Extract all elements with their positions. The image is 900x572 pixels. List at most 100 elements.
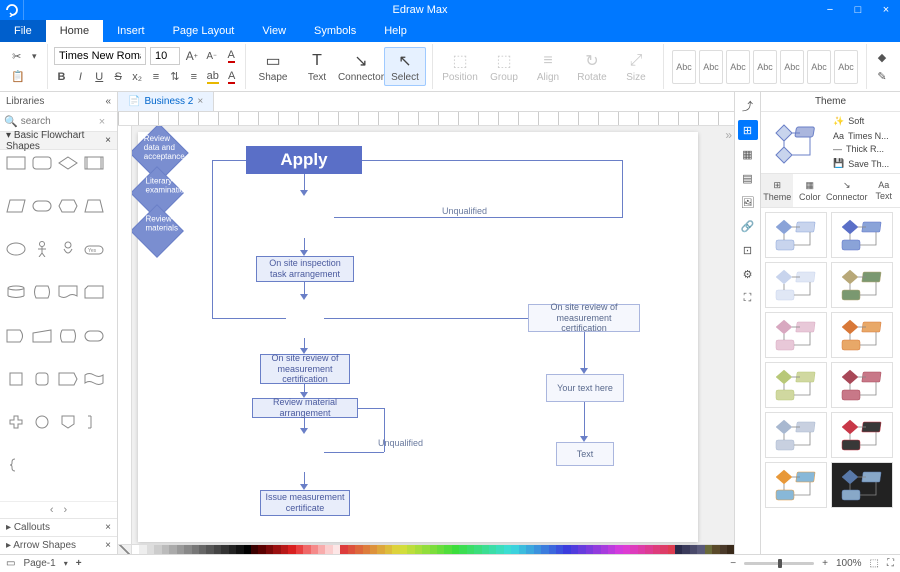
rp-tab-theme[interactable]: ⊞Theme bbox=[761, 174, 793, 207]
color-swatch[interactable] bbox=[593, 545, 600, 554]
zoom-in-icon[interactable]: + bbox=[822, 558, 828, 569]
color-swatch[interactable] bbox=[392, 545, 399, 554]
menu-file[interactable]: File bbox=[0, 20, 46, 42]
tab-business-2[interactable]: 📄 Business 2 × bbox=[118, 92, 214, 111]
color-swatch[interactable] bbox=[519, 545, 526, 554]
color-swatch[interactable] bbox=[467, 545, 474, 554]
color-swatch[interactable] bbox=[571, 545, 578, 554]
color-swatch[interactable] bbox=[244, 545, 251, 554]
canvas[interactable]: Apply Review data and acceptance Unquali… bbox=[132, 126, 734, 544]
theme-thumbnail[interactable] bbox=[765, 312, 827, 358]
category-arrow-shapes[interactable]: ▸ Arrow Shapes× bbox=[0, 536, 117, 554]
color-swatch[interactable] bbox=[340, 545, 347, 554]
color-swatch[interactable] bbox=[504, 545, 511, 554]
color-swatch[interactable] bbox=[638, 545, 645, 554]
font-decrease-icon[interactable]: A− bbox=[204, 49, 220, 63]
theme-thumbnail[interactable] bbox=[831, 462, 893, 508]
font-name-select[interactable] bbox=[54, 47, 146, 65]
theme-thumbnail[interactable] bbox=[765, 462, 827, 508]
color-swatch[interactable] bbox=[712, 545, 719, 554]
color-swatch[interactable] bbox=[221, 545, 228, 554]
node-issue-cert[interactable]: Issue measurement certificate bbox=[260, 490, 350, 516]
color-swatch[interactable] bbox=[385, 545, 392, 554]
theme-opt-soft[interactable]: ✨Soft bbox=[831, 116, 900, 127]
tab-close-icon[interactable]: × bbox=[197, 96, 203, 107]
theme-opt-font[interactable]: AaTimes N... bbox=[831, 131, 900, 141]
shape-database[interactable] bbox=[30, 283, 54, 301]
strip-layout-icon[interactable]: ▦ bbox=[738, 144, 758, 164]
quick-style-4[interactable]: Abc bbox=[753, 50, 777, 84]
shape-bracket[interactable] bbox=[4, 456, 28, 474]
color-swatch[interactable] bbox=[192, 545, 199, 554]
theme-thumbnail[interactable] bbox=[831, 362, 893, 408]
color-swatch[interactable] bbox=[608, 545, 615, 554]
color-swatch[interactable] bbox=[422, 545, 429, 554]
collapse-left-icon[interactable]: « bbox=[105, 96, 111, 107]
color-swatch[interactable] bbox=[370, 545, 377, 554]
theme-thumbnail[interactable] bbox=[831, 412, 893, 458]
node-onsite-review-meas[interactable]: On site review of measurement certificat… bbox=[260, 354, 350, 384]
quick-style-5[interactable]: Abc bbox=[780, 50, 804, 84]
group-tool[interactable]: ⬚Group bbox=[483, 48, 525, 85]
zoom-slider[interactable] bbox=[744, 562, 814, 565]
color-swatch[interactable] bbox=[630, 545, 637, 554]
color-swatch[interactable] bbox=[705, 545, 712, 554]
color-swatch[interactable] bbox=[236, 545, 243, 554]
strip-layers-icon[interactable]: ▤ bbox=[738, 168, 758, 188]
menu-insert[interactable]: Insert bbox=[103, 20, 159, 42]
color-swatch[interactable] bbox=[682, 545, 689, 554]
color-swatch[interactable] bbox=[333, 545, 340, 554]
connector-tool[interactable]: ↘Connector bbox=[340, 48, 382, 85]
shape-diamond[interactable] bbox=[56, 154, 80, 172]
shape-person[interactable] bbox=[30, 240, 54, 258]
minimize-button[interactable]: − bbox=[816, 0, 844, 20]
quick-style-1[interactable]: Abc bbox=[672, 50, 696, 84]
subscript-icon[interactable]: x₂ bbox=[130, 70, 145, 84]
theme-opt-thick[interactable]: —Thick R... bbox=[831, 144, 900, 154]
menu-view[interactable]: View bbox=[248, 20, 300, 42]
theme-thumbnail[interactable] bbox=[765, 262, 827, 308]
maximize-button[interactable]: □ bbox=[844, 0, 872, 20]
shape-manual-input[interactable] bbox=[30, 327, 54, 345]
node-review-cert[interactable]: On site review of measurement certificat… bbox=[528, 304, 640, 332]
color-swatch[interactable] bbox=[660, 545, 667, 554]
menu-page-layout[interactable]: Page Layout bbox=[159, 20, 249, 42]
theme-thumbnail[interactable] bbox=[765, 212, 827, 258]
color-swatch[interactable] bbox=[281, 545, 288, 554]
shape-cross[interactable] bbox=[4, 413, 28, 431]
shape-display[interactable] bbox=[56, 327, 80, 345]
fill-icon[interactable]: ◆ bbox=[873, 49, 891, 65]
color-swatch[interactable] bbox=[162, 545, 169, 554]
color-swatch[interactable] bbox=[296, 545, 303, 554]
color-swatch[interactable] bbox=[474, 545, 481, 554]
category-basic-flowchart[interactable]: ▾ Basic Flowchart Shapes× bbox=[0, 132, 117, 150]
underline-icon[interactable]: U bbox=[92, 70, 107, 84]
position-tool[interactable]: ⬚Position bbox=[439, 48, 481, 85]
cut-icon[interactable]: ✂ bbox=[10, 49, 24, 63]
pen-icon[interactable]: ✎ bbox=[873, 68, 891, 84]
shape-circle[interactable] bbox=[30, 413, 54, 431]
color-swatch[interactable] bbox=[407, 545, 414, 554]
size-tool[interactable]: ⤢Size bbox=[615, 48, 657, 85]
theme-thumbnail[interactable] bbox=[831, 312, 893, 358]
shape-roundsquare[interactable] bbox=[30, 370, 54, 388]
text-fill-icon[interactable]: A bbox=[224, 70, 239, 84]
clipboard-dropdown-icon[interactable]: ▾ bbox=[28, 49, 42, 63]
status-page[interactable]: Page-1 bbox=[23, 558, 55, 569]
font-increase-icon[interactable]: A+ bbox=[184, 49, 200, 63]
color-swatch[interactable] bbox=[303, 545, 310, 554]
italic-icon[interactable]: I bbox=[73, 70, 88, 84]
shapes-prev-icon[interactable]: ‹ bbox=[50, 504, 54, 516]
strip-fullscreen-icon[interactable]: ⛶ bbox=[738, 288, 758, 308]
shape-stadium[interactable] bbox=[82, 327, 106, 345]
color-swatch[interactable] bbox=[266, 545, 273, 554]
strip-grid-icon[interactable]: ⊡ bbox=[738, 240, 758, 260]
shapes-next-icon[interactable]: › bbox=[64, 504, 68, 516]
shape-roundrect[interactable] bbox=[30, 154, 54, 172]
shape-actor[interactable] bbox=[56, 240, 80, 258]
align-text-icon[interactable]: ≡ bbox=[186, 70, 201, 84]
zoom-out-icon[interactable]: − bbox=[730, 558, 736, 569]
shape-doublerect[interactable] bbox=[82, 154, 106, 172]
library-search-input[interactable] bbox=[21, 116, 99, 127]
color-swatch[interactable] bbox=[675, 545, 682, 554]
